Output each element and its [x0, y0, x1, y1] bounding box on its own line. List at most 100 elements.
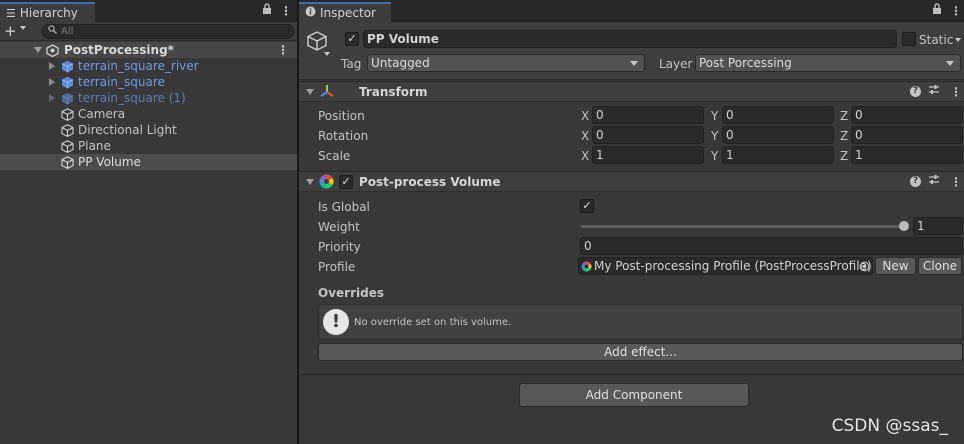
layer-label: Layer — [659, 57, 693, 71]
axis-x-label: X — [581, 129, 590, 143]
list-icon: ☰ — [6, 6, 16, 20]
position-label: Position — [318, 109, 365, 123]
new-profile-button[interactable]: New — [875, 257, 916, 275]
object-picker-icon[interactable] — [859, 260, 870, 274]
post-process-profile-icon — [581, 260, 592, 274]
prefab-cube-icon — [61, 76, 74, 89]
search-input[interactable] — [61, 25, 281, 38]
chevron-down-icon — [946, 61, 954, 66]
post-process-volume-title: Post-process Volume — [359, 175, 501, 189]
rotation-z-field[interactable]: 0 — [851, 126, 963, 144]
scale-y-field[interactable]: 1 — [722, 146, 834, 164]
scene-row[interactable]: PostProcessing* ⋮ — [0, 42, 297, 58]
hierarchy-tab-bar: ☰ Hierarchy ⋮ — [0, 0, 297, 22]
section-divider — [299, 374, 964, 375]
tab-hierarchy[interactable]: ☰ Hierarchy — [0, 2, 95, 22]
axis-z-label: Z — [840, 149, 849, 163]
component-menu-icon[interactable]: ⋮ — [950, 84, 962, 100]
fold-closed-icon[interactable] — [49, 94, 55, 102]
watermark: CSDN @ssas_ — [831, 416, 948, 436]
hierarchy-item[interactable]: Plane — [0, 138, 297, 154]
component-menu-icon[interactable]: ⋮ — [950, 174, 962, 190]
rotation-x-field[interactable]: 0 — [592, 126, 704, 144]
chevron-down-icon[interactable] — [955, 38, 961, 42]
axis-x-label: X — [581, 149, 590, 163]
chevron-down-icon[interactable] — [324, 52, 330, 56]
fold-open-icon[interactable] — [306, 89, 314, 95]
scale-z-field[interactable]: 1 — [851, 146, 963, 164]
position-z-field[interactable]: 0 — [851, 106, 963, 124]
fold-closed-icon[interactable] — [49, 62, 55, 70]
lock-icon[interactable] — [262, 3, 272, 19]
no-override-message: No override set on this volume. — [354, 317, 512, 328]
help-icon[interactable]: ? — [910, 86, 921, 97]
scale-x-field[interactable]: 1 — [592, 146, 704, 164]
tab-inspector[interactable]: Inspector — [299, 2, 391, 22]
position-x-field[interactable]: 0 — [592, 106, 704, 124]
info-icon — [305, 5, 316, 22]
overrides-label: Overrides — [318, 286, 384, 300]
gameobject-header: ✓ PP Volume Static Tag Untagged Layer Po… — [299, 22, 964, 80]
prefab-cube-icon — [61, 60, 74, 73]
lock-icon[interactable] — [932, 3, 942, 19]
fold-open-icon[interactable] — [306, 179, 314, 185]
scene-menu-icon[interactable]: ⋮ — [277, 42, 289, 58]
position-y-field[interactable]: 0 — [722, 106, 834, 124]
fold-closed-icon[interactable] — [49, 78, 55, 86]
static-checkbox[interactable] — [902, 32, 916, 46]
hierarchy-item[interactable]: terrain_square_river — [0, 58, 297, 74]
panel-menu-icon[interactable]: ⋮ — [280, 3, 292, 19]
hierarchy-item-label: Directional Light — [78, 123, 177, 137]
fold-open-icon[interactable] — [34, 47, 42, 53]
help-icon[interactable]: ? — [910, 176, 921, 187]
hierarchy-item[interactable]: Camera — [0, 106, 297, 122]
profile-label: Profile — [318, 260, 356, 274]
search-icon — [48, 25, 57, 39]
presets-icon[interactable] — [928, 84, 940, 100]
chevron-down-icon — [630, 61, 638, 66]
tag-label: Tag — [341, 57, 362, 71]
hierarchy-item[interactable]: PP Volume — [0, 154, 297, 170]
hierarchy-search[interactable] — [42, 24, 294, 39]
panel-menu-icon[interactable]: ⋮ — [950, 3, 962, 19]
hierarchy-item[interactable]: Directional Light — [0, 122, 297, 138]
tag-value: Untagged — [371, 56, 430, 70]
is-global-checkbox[interactable]: ✓ — [580, 199, 594, 213]
transform-axes-icon — [320, 84, 334, 102]
rotation-y-field[interactable]: 0 — [722, 126, 834, 144]
create-button[interactable]: + — [4, 23, 17, 39]
priority-field[interactable]: 0 — [580, 237, 963, 255]
hierarchy-item-label: terrain_square (1) — [78, 91, 186, 105]
hierarchy-item[interactable]: terrain_square — [0, 74, 297, 90]
weight-slider-handle[interactable] — [899, 221, 909, 231]
hierarchy-item-label: PP Volume — [78, 155, 141, 169]
weight-slider-track[interactable] — [581, 225, 906, 228]
transform-title: Transform — [359, 85, 428, 99]
post-process-volume-header[interactable]: ✓ Post-process Volume ? ⋮ — [299, 171, 964, 192]
add-effect-button[interactable]: Add effect... — [318, 343, 963, 361]
component-enabled-checkbox[interactable]: ✓ — [339, 175, 353, 189]
object-name-field[interactable]: PP Volume — [363, 30, 897, 48]
no-override-helpbox: ! No override set on this volume. — [318, 304, 963, 340]
layer-dropdown[interactable]: Post Porcessing — [695, 54, 961, 72]
prefab-cube-icon — [61, 92, 74, 105]
gameobject-cube-icon — [61, 108, 74, 122]
tag-dropdown[interactable]: Untagged — [367, 54, 645, 72]
weight-field[interactable]: 1 — [913, 217, 963, 235]
scene-name: PostProcessing* — [64, 43, 174, 57]
axis-y-label: Y — [711, 129, 719, 143]
axis-x-label: X — [581, 109, 590, 123]
hierarchy-item[interactable]: terrain_square (1) — [0, 90, 297, 106]
clone-profile-button[interactable]: Clone — [918, 257, 962, 275]
add-component-button[interactable]: Add Component — [519, 383, 749, 407]
hierarchy-item-label: terrain_square — [78, 75, 165, 89]
chevron-down-icon[interactable] — [20, 26, 26, 30]
presets-icon[interactable] — [928, 174, 940, 190]
active-checkbox[interactable]: ✓ — [345, 32, 359, 46]
warning-icon: ! — [323, 309, 349, 335]
transform-header[interactable]: Transform ? ⋮ — [299, 81, 964, 102]
unity-scene-icon — [46, 44, 59, 58]
profile-object-field[interactable]: My Post-processing Profile (PostProcessP… — [578, 257, 873, 275]
gameobject-cube-icon — [61, 156, 74, 170]
tab-hierarchy-label: Hierarchy — [19, 5, 78, 20]
